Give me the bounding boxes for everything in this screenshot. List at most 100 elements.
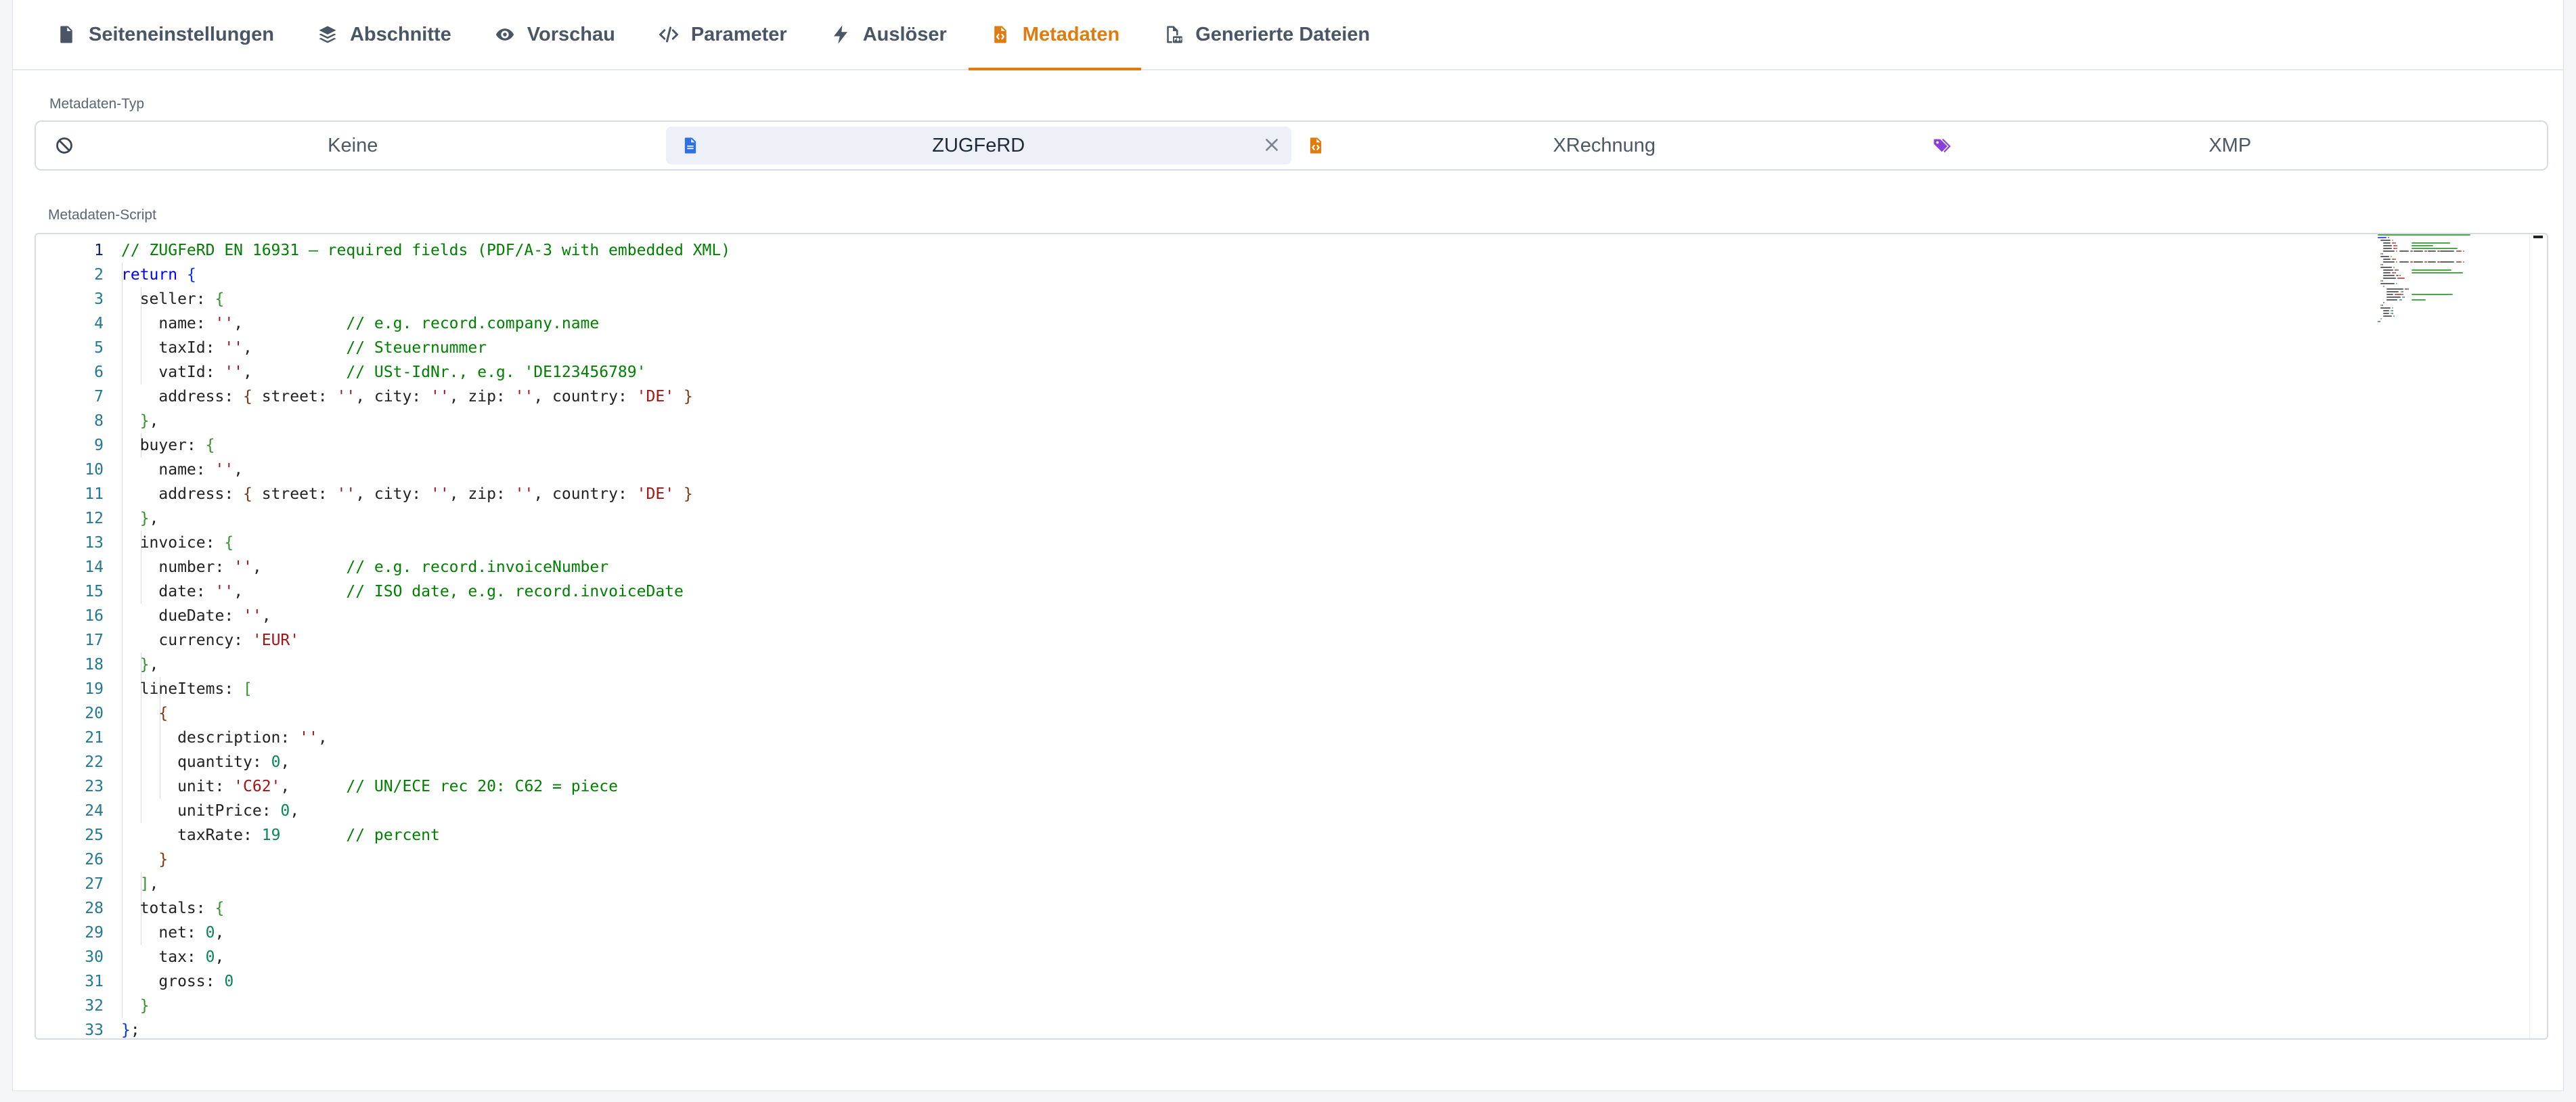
code-line[interactable]: taxRate: 19 // percent	[121, 823, 2371, 847]
minimap-line	[2401, 291, 2403, 292]
code-line[interactable]: return {	[121, 263, 2371, 287]
code-line[interactable]: currency: 'EUR'	[121, 628, 2371, 653]
code-line[interactable]: },	[121, 409, 2371, 433]
code-token: , city:	[355, 485, 430, 503]
code-token: 0	[271, 753, 281, 771]
line-number: 9	[94, 437, 104, 454]
code-line[interactable]: name: '', // e.g. record.company.name	[121, 311, 2371, 336]
tab-label: Abschnitte	[349, 23, 451, 45]
option-keine[interactable]: Keine	[40, 127, 666, 164]
code-token: , city:	[355, 388, 430, 405]
code-line[interactable]: name: '',	[121, 458, 2371, 482]
minimap-line	[2424, 261, 2428, 263]
code-token: [	[243, 680, 252, 698]
code-token: {	[215, 900, 225, 917]
scrollbar-thumb[interactable]	[2533, 236, 2543, 238]
line-number: 12	[85, 510, 104, 527]
code-line[interactable]: }	[121, 994, 2371, 1018]
code-token: return	[121, 266, 187, 284]
code-line[interactable]: buyer: {	[121, 433, 2371, 458]
ban-icon	[55, 136, 74, 155]
code-line[interactable]: date: '', // ISO date, e.g. record.invoi…	[121, 579, 2371, 604]
code-line[interactable]: vatId: '', // USt-IdNr., e.g. 'DE1234567…	[121, 360, 2371, 384]
code-line[interactable]: invoice: {	[121, 531, 2371, 555]
code-token: }	[121, 1021, 131, 1039]
file-code-icon	[990, 24, 1011, 45]
code-line[interactable]: address: { street: '', city: '', zip: ''…	[121, 482, 2371, 506]
code-editor[interactable]: 1 2 3 4 5 6 7 8 9 10 11 12 13 14 15 16 17 18 19 20 21 22 23 24 2…	[35, 233, 2548, 1040]
code-token: ,	[290, 802, 300, 820]
minimap[interactable]	[2378, 234, 2520, 336]
code-line[interactable]: {	[121, 701, 2371, 726]
code-line[interactable]: },	[121, 653, 2371, 677]
code-line[interactable]: description: '',	[121, 726, 2371, 750]
option-zugferd[interactable]: ZUGFeRD	[665, 127, 1291, 164]
line-number: 5	[94, 339, 104, 357]
code-token: // ZUGFeRD EN 16931 – required fields (P…	[121, 242, 731, 259]
minimap-line	[2380, 267, 2392, 268]
code-token: , country:	[533, 388, 637, 405]
code-token: // e.g. record.company.name	[346, 315, 600, 332]
minimap-line	[2412, 272, 2463, 273]
minimap-line	[2382, 264, 2384, 265]
code-line[interactable]: totals: {	[121, 896, 2371, 921]
line-number: 20	[85, 705, 104, 722]
code-line[interactable]: unit: 'C62', // UN/ECE rec 20: C62 = pie…	[121, 774, 2371, 799]
code-line[interactable]: number: '', // e.g. record.invoiceNumber	[121, 555, 2371, 579]
code-line[interactable]: },	[121, 506, 2371, 531]
code-line[interactable]: // ZUGFeRD EN 16931 – required fields (P…	[121, 238, 2371, 263]
code-line[interactable]: ],	[121, 872, 2371, 896]
minimap-line	[2380, 283, 2395, 284]
code-line[interactable]: lineItems: [	[121, 677, 2371, 701]
vertical-scrollbar[interactable]	[2529, 234, 2547, 1038]
code-line[interactable]: address: { street: '', city: '', zip: ''…	[121, 384, 2371, 409]
code-token: ,	[261, 607, 271, 625]
code-token: ''	[224, 363, 244, 381]
bolt-icon	[830, 24, 851, 45]
tab-abschnitte[interactable]: Abschnitte	[296, 0, 473, 69]
code-line[interactable]: };	[121, 1018, 2371, 1039]
code-line[interactable]: dueDate: '',	[121, 604, 2371, 628]
tab-ausloeser[interactable]: Auslöser	[809, 0, 969, 69]
code-content[interactable]: // ZUGFeRD EN 16931 – required fields (P…	[121, 238, 2371, 1039]
line-number: 28	[85, 900, 104, 917]
line-number: 27	[85, 875, 104, 893]
minimap-line	[2410, 261, 2414, 263]
code-token: currency:	[121, 632, 252, 649]
code-token: , zip:	[449, 388, 515, 405]
code-line[interactable]: seller: {	[121, 287, 2371, 311]
tab-parameter[interactable]: Parameter	[637, 0, 809, 69]
option-xmp[interactable]: XMP	[1917, 127, 2544, 164]
minimap-line	[2395, 272, 2397, 273]
code-token: {	[243, 485, 252, 503]
tab-metadaten[interactable]: Metadaten	[968, 0, 1142, 70]
minimap-line	[2383, 272, 2391, 273]
clear-selection-icon[interactable]	[1262, 135, 1282, 155]
code-token: ''	[234, 558, 252, 576]
code-line[interactable]: taxId: '', // Steuernummer	[121, 336, 2371, 360]
line-number: 22	[85, 753, 104, 771]
code-token: }	[683, 388, 693, 405]
code-line[interactable]: net: 0,	[121, 921, 2371, 945]
tab-seiteneinstellungen[interactable]: Seiteneinstellungen	[35, 0, 296, 69]
minimap-line	[2440, 250, 2455, 252]
minimap-line	[2386, 296, 2401, 298]
code-token: {	[215, 290, 225, 308]
line-number: 8	[94, 412, 104, 430]
code-token: 'C62'	[234, 778, 281, 795]
minimap-line	[2380, 240, 2391, 241]
option-xrechnung[interactable]: XRechnung	[1291, 127, 1917, 164]
tab-vorschau[interactable]: Vorschau	[473, 0, 637, 69]
code-line[interactable]: quantity: 0,	[121, 750, 2371, 774]
minimap-line	[2390, 256, 2392, 257]
tab-generierte-dateien[interactable]: Generierte Dateien	[1141, 0, 1392, 69]
code-token: description:	[121, 729, 300, 747]
code-line[interactable]: unitPrice: 0,	[121, 799, 2371, 823]
code-line[interactable]: tax: 0,	[121, 945, 2371, 969]
app-panel: Seiteneinstellungen Abschnitte Vorschau …	[12, 0, 2564, 1091]
code-line[interactable]: }	[121, 847, 2371, 872]
code-token: quantity:	[121, 753, 271, 771]
code-token: ,	[280, 778, 347, 795]
code-line[interactable]: gross: 0	[121, 969, 2371, 994]
